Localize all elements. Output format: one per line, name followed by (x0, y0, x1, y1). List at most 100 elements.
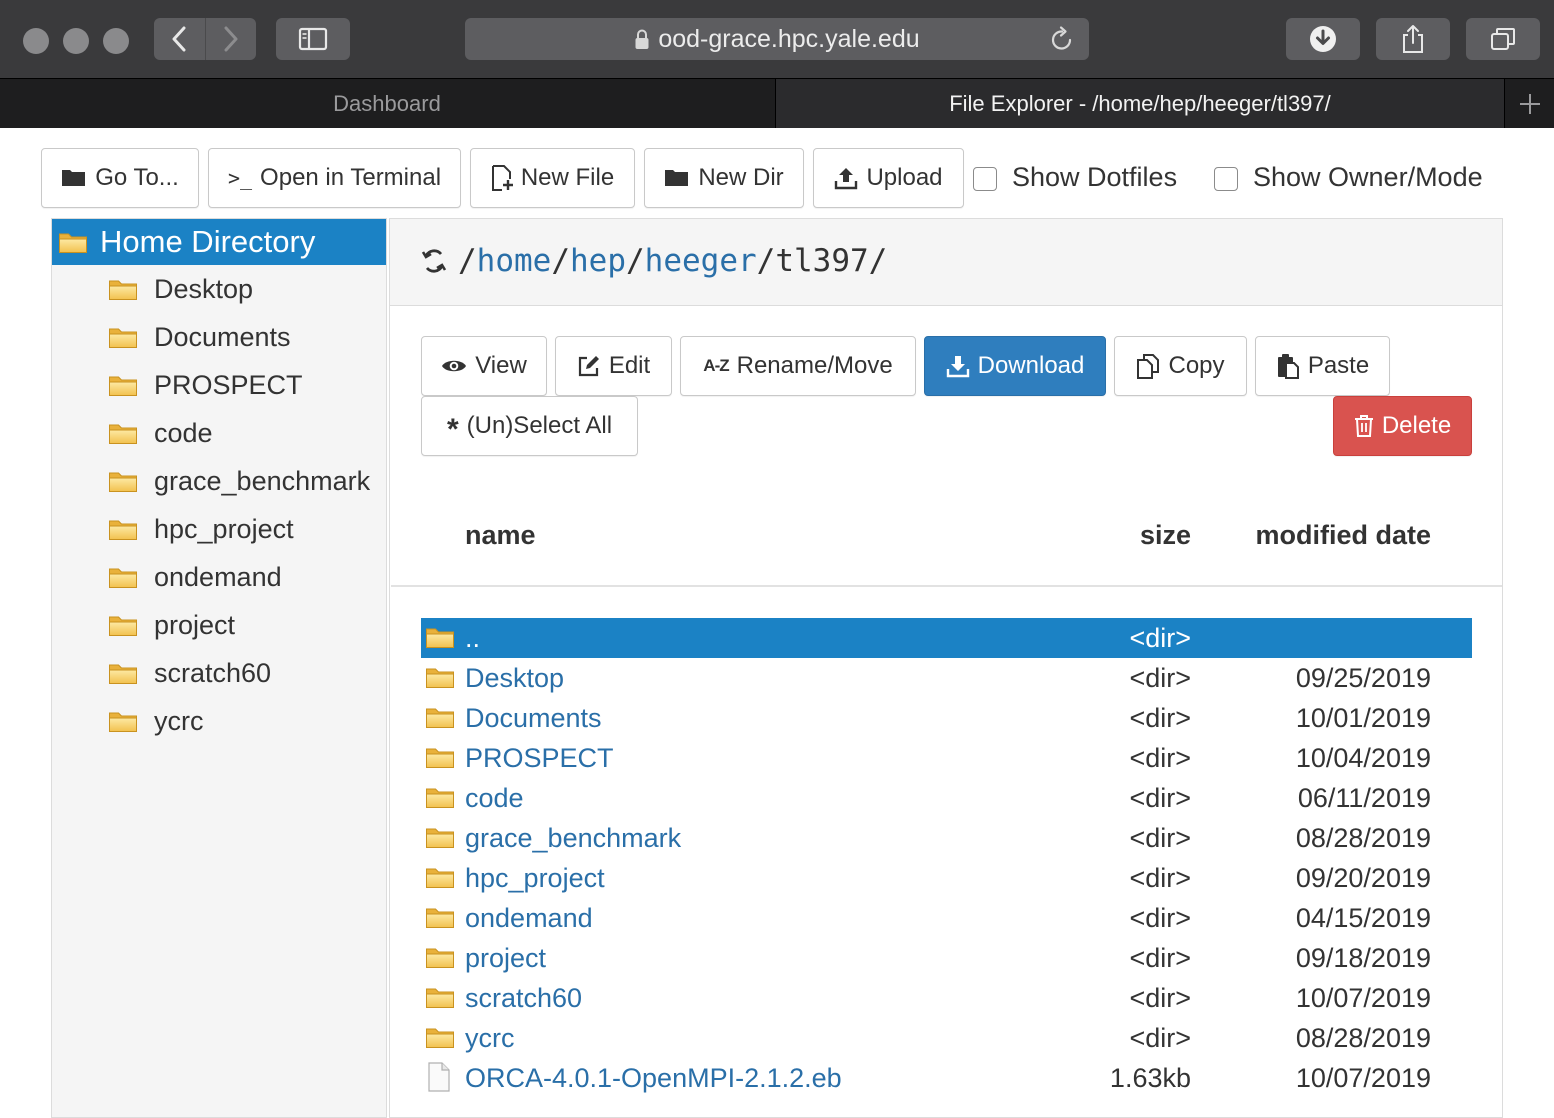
share-button[interactable] (1376, 18, 1450, 60)
row-date: 09/20/2019 (1295, 862, 1431, 893)
tree-item[interactable]: ycrc (108, 697, 204, 745)
row-name[interactable]: grace_benchmark (465, 823, 681, 854)
tree-item-label: code (154, 417, 213, 448)
show-dotfiles-checkbox[interactable] (973, 167, 997, 191)
row-name[interactable]: .. (465, 623, 480, 654)
table-row[interactable]: ycrc <dir> 08/28/2019 (421, 1018, 1472, 1058)
row-size: <dir> (1129, 742, 1191, 773)
column-header-name[interactable]: name (465, 520, 536, 551)
table-row[interactable]: scratch60 <dir> 10/07/2019 (421, 978, 1472, 1018)
tree-item-label: ondemand (154, 561, 282, 592)
table-row[interactable]: .. <dir> (421, 618, 1472, 658)
window-close-button[interactable] (23, 28, 49, 54)
upload-button[interactable]: Upload (813, 148, 964, 208)
row-name[interactable]: project (465, 943, 546, 974)
folder-icon (425, 665, 455, 689)
row-name[interactable]: Desktop (465, 663, 564, 694)
tab-dashboard[interactable]: Dashboard (0, 79, 774, 128)
breadcrumb-segment[interactable]: home (477, 243, 552, 279)
row-name[interactable]: Documents (465, 703, 602, 734)
column-header-size[interactable]: size (1140, 520, 1191, 551)
table-row[interactable]: project <dir> 09/18/2019 (421, 938, 1472, 978)
forward-button[interactable] (205, 18, 256, 60)
new-file-button[interactable]: New File (470, 148, 635, 208)
row-date: 04/15/2019 (1295, 902, 1431, 933)
column-header-modified[interactable]: modified date (1255, 520, 1431, 551)
tree-item[interactable]: ondemand (108, 553, 282, 601)
show-dotfiles-label[interactable]: Show Dotfiles (1012, 162, 1177, 193)
window-minimize-button[interactable] (63, 28, 89, 54)
window-zoom-button[interactable] (103, 28, 129, 54)
reload-icon[interactable] (1049, 25, 1075, 53)
folder-icon (108, 613, 138, 637)
tree-item[interactable]: scratch60 (108, 649, 271, 697)
folder-icon (108, 373, 138, 397)
tree-item-label: scratch60 (154, 657, 272, 688)
breadcrumb-current: tl397 (775, 243, 869, 279)
copy-button[interactable]: Copy (1114, 336, 1247, 396)
plus-icon (1520, 93, 1540, 114)
new-dir-button[interactable]: New Dir (644, 148, 804, 208)
folder-open-icon (58, 230, 88, 254)
table-row[interactable]: grace_benchmark <dir> 08/28/2019 (421, 818, 1472, 858)
copy-label: Copy (1168, 352, 1225, 379)
tree-item-label: ycrc (154, 705, 204, 736)
tree-item[interactable]: code (108, 409, 213, 457)
table-row[interactable]: ORCA-4.0.1-OpenMPI-2.1.2.eb 1.63kb 10/07… (421, 1058, 1472, 1098)
new-tab-button[interactable] (1506, 79, 1554, 128)
row-name[interactable]: ycrc (465, 1023, 515, 1054)
table-row[interactable]: Documents <dir> 10/01/2019 (421, 698, 1472, 738)
tab-file-explorer[interactable]: File Explorer - /home/hep/heeger/tl397/ (775, 79, 1505, 128)
refresh-icon[interactable] (420, 248, 448, 274)
view-button[interactable]: View (421, 336, 547, 396)
tree-item[interactable]: hpc_project (108, 505, 294, 553)
tree-item[interactable]: Documents (108, 313, 291, 361)
tree-item[interactable]: project (108, 601, 235, 649)
table-row[interactable]: Desktop <dir> 09/25/2019 (421, 658, 1472, 698)
row-date: 08/28/2019 (1295, 822, 1431, 853)
back-button[interactable] (154, 18, 205, 60)
table-row[interactable]: code <dir> 06/11/2019 (421, 778, 1472, 818)
row-name[interactable]: ORCA-4.0.1-OpenMPI-2.1.2.eb (465, 1063, 842, 1094)
show-owner-mode-label[interactable]: Show Owner/Mode (1253, 162, 1483, 193)
tree-item-label: hpc_project (154, 513, 294, 544)
downloads-button[interactable] (1286, 18, 1360, 60)
row-name[interactable]: scratch60 (465, 983, 582, 1014)
tree-home-directory[interactable]: Home Directory (52, 219, 386, 265)
paste-button[interactable]: Paste (1255, 336, 1390, 396)
edit-button[interactable]: Edit (555, 336, 672, 396)
row-size: <dir> (1129, 942, 1191, 973)
row-name[interactable]: hpc_project (465, 863, 605, 894)
download-label: Download (977, 352, 1085, 379)
tab-overview-button[interactable] (1466, 18, 1540, 60)
select-all-button[interactable]: * (Un)Select All (421, 396, 638, 456)
sidebar-icon (298, 27, 328, 51)
address-url: ood-grace.hpc.yale.edu (658, 24, 920, 53)
table-row[interactable]: ondemand <dir> 04/15/2019 (421, 898, 1472, 938)
tree-item[interactable]: PROSPECT (108, 361, 303, 409)
row-date: 09/18/2019 (1295, 942, 1431, 973)
download-button[interactable]: Download (924, 336, 1106, 396)
tree-item[interactable]: Desktop (108, 265, 253, 313)
delete-button[interactable]: Delete (1333, 396, 1472, 456)
show-owner-mode-checkbox[interactable] (1214, 167, 1238, 191)
table-row[interactable]: PROSPECT <dir> 10/04/2019 (421, 738, 1472, 778)
breadcrumb-segment[interactable]: hep (570, 243, 626, 279)
tree-item-label: PROSPECT (154, 369, 303, 400)
go-to-button[interactable]: Go To... (41, 148, 199, 208)
row-size: <dir> (1129, 902, 1191, 933)
row-name[interactable]: PROSPECT (465, 743, 614, 774)
tree-item[interactable]: grace_benchmark (108, 457, 370, 505)
folder-icon (108, 421, 138, 445)
rename-move-button[interactable]: A-Z Rename/Move (680, 336, 916, 396)
sidebar-toggle-button[interactable] (276, 18, 350, 60)
breadcrumb-segment[interactable]: heeger (645, 243, 757, 279)
row-name[interactable]: ondemand (465, 903, 593, 934)
row-name[interactable]: code (465, 783, 524, 814)
folder-icon (425, 865, 455, 889)
open-terminal-button[interactable]: >_ Open in Terminal (208, 148, 461, 208)
tree-item-label: grace_benchmark (154, 465, 371, 496)
rename-move-label: Rename/Move (736, 352, 893, 379)
address-bar[interactable]: ood-grace.hpc.yale.edu (465, 18, 1089, 60)
table-row[interactable]: hpc_project <dir> 09/20/2019 (421, 858, 1472, 898)
